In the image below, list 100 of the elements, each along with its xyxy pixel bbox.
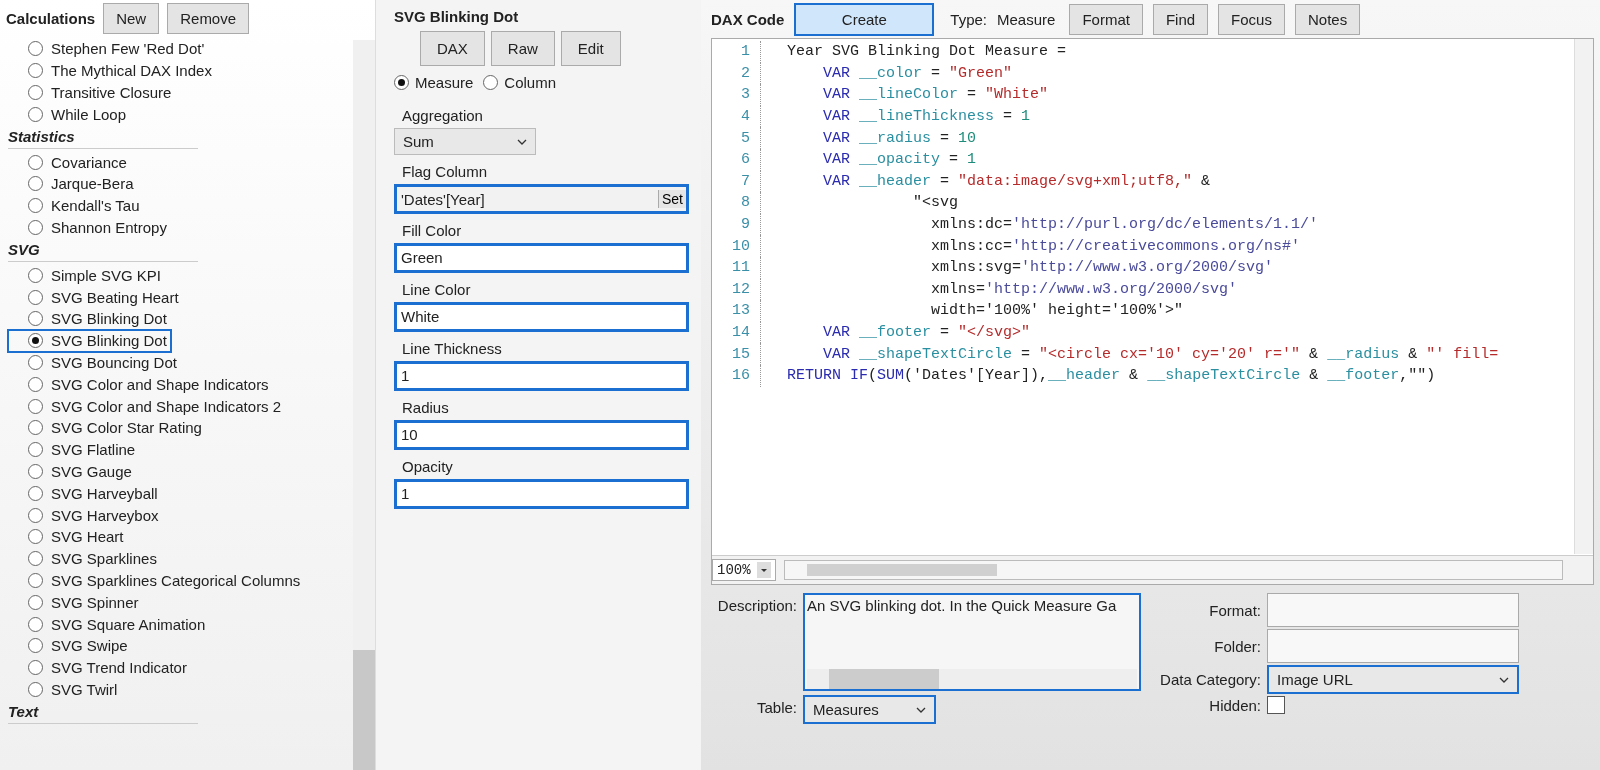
type-value: Measure [997,10,1056,28]
field-label: Fill Color [401,221,463,241]
chevron-down-icon [1499,676,1509,683]
field-label: Line Color [401,280,472,300]
description-field[interactable]: An SVG blinking dot. In the Quick Measure Ga [803,593,1141,691]
line-number: 3 [712,84,761,106]
line-number: 1 [712,41,761,63]
calculation-option[interactable]: SVG Gauge [8,460,136,483]
zoom-dropdown[interactable]: 100% [712,559,776,581]
field-label: Description: [716,596,797,614]
calculation-option[interactable]: SVG Flatline [8,438,140,461]
calculation-option[interactable]: Transitive Closure [8,81,176,104]
calculation-option[interactable]: SVG Spinner [8,591,143,614]
data-category-dropdown[interactable]: Image URL [1267,665,1519,694]
calculation-option[interactable]: SVG Twirl [8,678,122,701]
line-number: 6 [712,148,761,171]
field-label: Table: [755,698,797,716]
caret-icon [756,562,771,578]
calculation-option[interactable]: Shannon Entropy [8,216,171,239]
chevron-down-icon [916,706,926,713]
calculation-option[interactable]: SVG Color Star Rating [8,416,206,439]
group-header: Text [8,703,198,725]
mode-radio[interactable]: Measure [394,74,474,91]
scrollbar[interactable] [1574,39,1593,554]
calculation-option[interactable]: Jarque-Bera [8,173,138,195]
scrollbar[interactable] [783,560,1563,580]
calculation-option[interactable]: The Mythical DAX Index [8,59,216,82]
view-button[interactable]: Edit [560,31,621,66]
code-line: xmlns:svg='http://www.w3.org/2000/svg' [930,259,1274,277]
toolbar-button[interactable]: New [103,2,160,34]
field-label: Opacity [401,457,454,477]
mode-radio[interactable]: Column [483,74,557,91]
toolbar-button[interactable]: Focus [1218,3,1285,35]
scrollbar[interactable] [353,40,375,770]
field-label: Radius [401,398,450,418]
calculation-option[interactable]: Stephen Few 'Red Dot' [8,38,209,60]
calculation-option[interactable]: SVG Sparklines [8,547,161,570]
field-label: Folder: [1213,637,1261,655]
calculation-option[interactable]: SVG Square Animation [8,613,210,635]
line-number: 14 [712,321,761,344]
input-field[interactable]: 1 [394,361,689,391]
calculation-option[interactable]: SVG Heart [8,525,128,548]
create-button[interactable]: Create [794,2,935,36]
code-line: RETURN IF(SUM('Dates'[Year]),__header & __shapeTextCircle & __footer,"") [786,367,1436,385]
code-line: VAR __header = "data:image/svg+xml;utf8," & [822,172,1211,190]
line-number: 7 [712,170,761,193]
calculation-option[interactable]: Simple SVG KPI [8,264,166,287]
view-button[interactable]: Raw [490,31,555,66]
toolbar-button[interactable]: Remove [167,2,250,34]
calculation-option[interactable]: SVG Color and Shape Indicators [8,373,273,396]
aggregation-dropdown[interactable]: Sum [394,128,536,155]
line-number: 16 [712,364,761,387]
code-line: VAR __radius = 10 [822,129,977,147]
folder-field[interactable] [1267,629,1519,663]
input-field[interactable]: 10 [394,420,689,450]
input-field[interactable]: Green [394,243,689,273]
type-label: Type: [950,10,988,28]
hidden-checkbox[interactable] [1267,696,1285,714]
table-dropdown[interactable]: Measures [803,695,936,724]
calculation-option[interactable]: SVG Sparklines Categorical Columns [8,569,305,592]
input-field[interactable]: White [394,302,689,332]
calculation-option[interactable]: SVG Trend Indicator [8,656,191,679]
code-line: xmlns='http://www.w3.org/2000/svg' [930,280,1238,298]
input-field[interactable]: 1 [394,479,689,509]
line-number: 9 [712,213,761,236]
toolbar-button[interactable]: Format [1069,3,1143,35]
code-line: "<svg [912,194,958,212]
toolbar-button[interactable]: Notes [1294,3,1361,35]
field-label: Hidden: [1208,696,1261,714]
calculation-option[interactable]: SVG Blinking Dot [8,329,171,352]
panel-title: SVG Blinking Dot [394,8,520,25]
code-line: VAR __lineColor = "White" [822,86,1049,104]
code-line: VAR __opacity = 1 [822,151,977,169]
calculation-option[interactable]: Covariance [8,151,131,173]
field-label: Data Category: [1159,671,1261,688]
code-line: Year SVG Blinking Dot Measure = [786,43,1067,61]
calculation-option[interactable]: SVG Harveyball [8,482,162,505]
line-number: 15 [712,343,761,365]
calculation-option[interactable]: SVG Swipe [8,634,132,657]
calculation-option[interactable]: SVG Beating Heart [8,286,183,308]
format-field[interactable] [1267,593,1519,627]
calculation-option[interactable]: SVG Harveybox [8,504,163,526]
set-button[interactable]: Set [658,190,686,208]
field-label: Aggregation [401,106,484,126]
line-number: 5 [712,127,761,149]
calculation-option[interactable]: While Loop [8,103,131,126]
code-line: VAR __footer = "</svg>" [822,324,1031,341]
line-number: 8 [712,192,761,214]
panel-title: Calculations [6,9,96,27]
line-number: 2 [712,62,761,85]
line-number: 10 [712,235,761,257]
calculation-option[interactable]: SVG Color and Shape Indicators 2 [8,395,286,417]
view-button[interactable]: DAX [420,31,485,66]
calculation-option[interactable]: SVG Bouncing Dot [8,351,181,374]
input-field[interactable]: 'Dates'[Year] Set [394,184,689,214]
calculation-option[interactable]: Kendall's Tau [8,194,144,217]
group-header: SVG [8,241,198,263]
calculation-option[interactable]: SVG Blinking Dot [8,307,171,330]
panel-title: DAX Code [711,10,785,28]
toolbar-button[interactable]: Find [1152,3,1209,35]
